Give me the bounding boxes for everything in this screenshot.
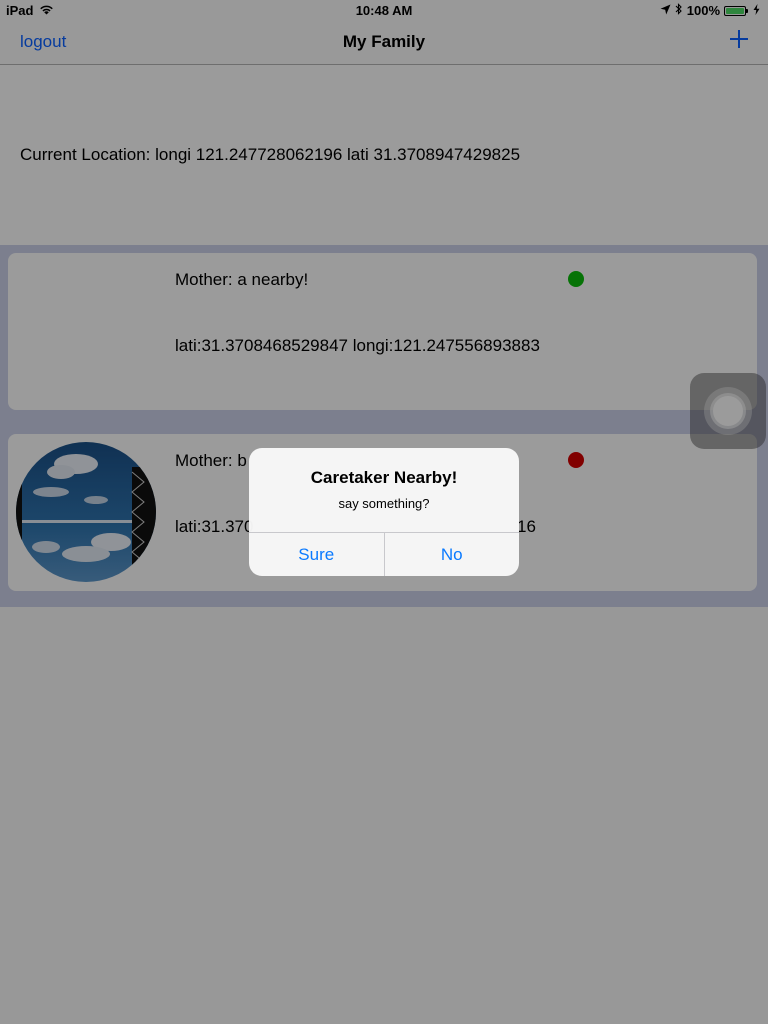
member-name: Mother: a nearby! — [175, 270, 309, 289]
alert-message: say something? — [338, 496, 430, 511]
member-coords-start: lati:31.370 — [175, 517, 254, 536]
charging-bolt-icon — [753, 3, 760, 18]
page-title: My Family — [342, 32, 426, 51]
member-coords: lati:31.370 16 — [175, 517, 536, 537]
member-coords: lati:31.3708468529847 longi:121.24755689… — [175, 336, 540, 355]
member-card[interactable]: Mother: a nearby! lati:31.3708468529847 … — [8, 253, 757, 410]
assistive-ring — [713, 396, 743, 426]
assistive-touch-icon[interactable] — [690, 373, 766, 449]
alert-title: Caretaker Nearby! — [310, 468, 458, 487]
location-section: Current Location: longi 121.247728062196… — [0, 65, 768, 245]
battery-percent: 100% — [686, 3, 720, 18]
plus-icon[interactable] — [728, 28, 750, 50]
battery-icon — [724, 5, 748, 16]
status-bar: iPad 10:48 AM 100% — [0, 0, 768, 20]
bluetooth-icon — [675, 3, 683, 18]
location-arrow-icon — [660, 3, 671, 18]
alert-dialog: Caretaker Nearby! say something? Sure No — [249, 448, 519, 576]
status-bar-right: 100% — [660, 3, 760, 18]
status-time: 10:48 AM — [355, 3, 413, 18]
status-dot-red — [568, 452, 584, 468]
sky-photo-avatar — [16, 442, 156, 582]
sure-button[interactable]: Sure — [249, 533, 384, 576]
member-coords-end: 16 — [517, 517, 536, 536]
no-button[interactable]: No — [383, 533, 520, 576]
member-name: Mother: b — [175, 451, 247, 470]
current-location-text: Current Location: longi 121.247728062196… — [20, 145, 521, 164]
navigation-bar: logout My Family — [0, 20, 768, 65]
status-dot-green — [568, 271, 584, 287]
alert-button-row: Sure No — [249, 532, 519, 576]
